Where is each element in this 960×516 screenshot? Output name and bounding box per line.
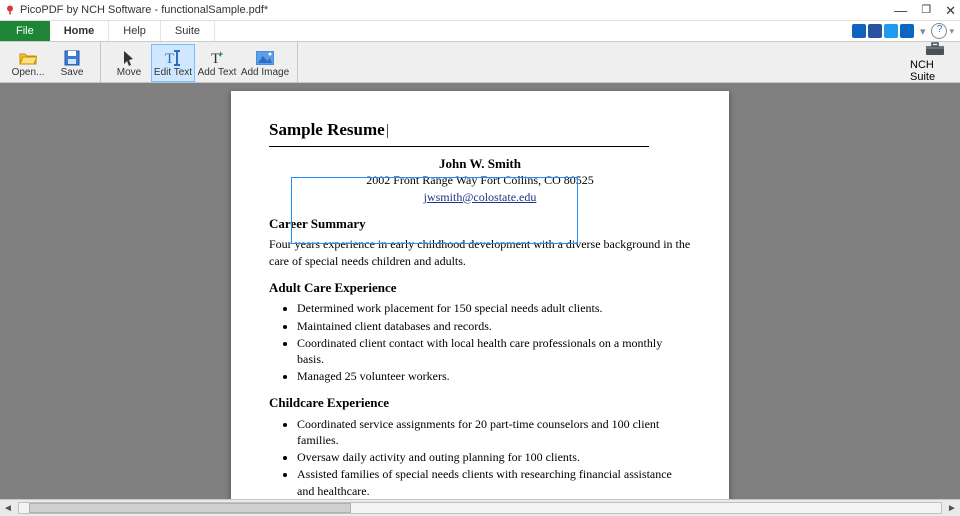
facebook-icon[interactable] (868, 24, 882, 38)
adult-care-list[interactable]: Determined work placement for 150 specia… (269, 300, 691, 384)
save-button[interactable]: Save (50, 44, 94, 82)
scroll-right-button[interactable]: ► (944, 500, 960, 516)
pdf-page[interactable]: Sample Resume John W. Smith 2002 Front R… (231, 91, 729, 499)
menu-suite[interactable]: Suite (161, 21, 215, 41)
thumbsup-icon[interactable] (852, 24, 866, 38)
open-button[interactable]: Open... (6, 44, 50, 82)
social-links: ▾ ? ▾ (852, 21, 960, 41)
app-icon (4, 4, 16, 16)
linkedin-icon[interactable] (900, 24, 914, 38)
move-button[interactable]: Move (107, 44, 151, 82)
help-icon[interactable]: ? (931, 23, 947, 39)
list-item[interactable]: Maintained client databases and records. (297, 318, 691, 334)
adult-care-heading[interactable]: Adult Care Experience (269, 279, 691, 297)
edit-text-button[interactable]: T Edit Text (151, 44, 195, 82)
title-underline (269, 146, 649, 147)
childcare-heading[interactable]: Childcare Experience (269, 394, 691, 412)
ribbon-toolbar: Open... Save Move T Edit Text T+ Add Tex… (0, 42, 960, 83)
toolbox-icon (925, 42, 945, 59)
horizontal-scrollbar[interactable]: ◄ ► (0, 499, 960, 516)
add-text-button[interactable]: T+ Add Text (195, 44, 239, 82)
list-item[interactable]: Coordinated client contact with local he… (297, 335, 691, 367)
list-item[interactable]: Managed 25 volunteer workers. (297, 368, 691, 384)
scroll-left-button[interactable]: ◄ (0, 500, 16, 516)
window-title: PicoPDF by NCH Software - functionalSamp… (20, 4, 894, 16)
twitter-icon[interactable] (884, 24, 898, 38)
svg-text:+: + (218, 50, 223, 59)
title-bar: PicoPDF by NCH Software - functionalSamp… (0, 0, 960, 21)
nch-suite-button[interactable]: NCH Suite (910, 42, 960, 82)
open-folder-icon (19, 49, 37, 67)
add-text-icon: T+ (209, 49, 225, 67)
doc-title[interactable]: Sample Resume (269, 120, 385, 139)
edit-text-icon: T (164, 49, 182, 67)
svg-text:T: T (165, 51, 174, 66)
list-item[interactable]: Coordinated service assignments for 20 p… (297, 416, 691, 448)
add-image-button[interactable]: Add Image (239, 44, 291, 82)
menu-home[interactable]: Home (50, 21, 110, 41)
maximize-button[interactable]: ❐ (921, 4, 931, 17)
scroll-track[interactable] (18, 502, 942, 514)
document-viewport[interactable]: Sample Resume John W. Smith 2002 Front R… (0, 83, 960, 499)
close-button[interactable]: ✕ (945, 4, 956, 17)
menu-help[interactable]: Help (109, 21, 161, 41)
career-summary-heading[interactable]: Career Summary (269, 215, 691, 233)
list-item[interactable]: Assisted families of special needs clien… (297, 466, 691, 498)
career-summary-text[interactable]: Four years experience in early childhood… (269, 236, 691, 268)
resume-email[interactable]: jwsmith@colostate.edu (269, 189, 691, 205)
resume-address[interactable]: 2002 Front Range Way Fort Collins, CO 80… (269, 172, 691, 188)
list-item[interactable]: Oversaw daily activity and outing planni… (297, 449, 691, 465)
list-item[interactable]: Determined work placement for 150 specia… (297, 300, 691, 316)
childcare-list[interactable]: Coordinated service assignments for 20 p… (269, 416, 691, 499)
menu-bar: File Home Help Suite ▾ ? ▾ (0, 21, 960, 42)
save-floppy-icon (64, 49, 80, 67)
menu-file[interactable]: File (0, 21, 50, 41)
move-cursor-icon (122, 49, 136, 67)
minimize-button[interactable]: — (894, 4, 907, 17)
text-caret (387, 124, 389, 138)
resume-name[interactable]: John W. Smith (269, 155, 691, 173)
add-image-icon (256, 49, 274, 67)
scroll-thumb[interactable] (29, 503, 351, 513)
